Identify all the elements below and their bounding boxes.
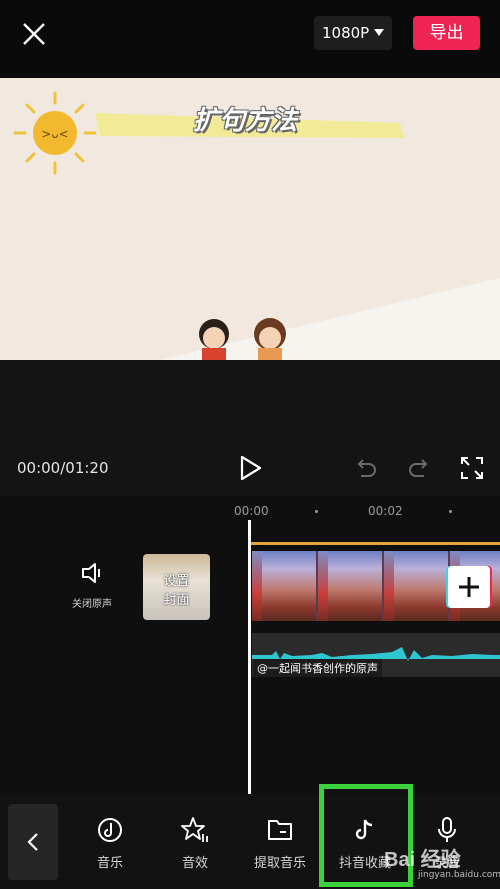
resolution-dropdown[interactable]: 1080P: [314, 16, 392, 50]
microphone-icon: [438, 817, 456, 842]
timecode: 00:00/01:20: [17, 459, 109, 477]
set-cover-button[interactable]: 设置 封面: [143, 554, 210, 620]
cover-label: 封面: [163, 593, 190, 608]
close-icon[interactable]: [20, 20, 48, 48]
fullscreen-icon[interactable]: [460, 456, 484, 480]
ruler-dot: [315, 510, 318, 513]
tool-extract-music[interactable]: 提取音乐: [238, 816, 322, 871]
chevron-left-icon: [27, 833, 38, 851]
video-preview[interactable]: >ᴗ< 扩句方法: [0, 78, 500, 360]
play-icon[interactable]: [236, 454, 264, 482]
top-bar: 1080P 导出: [0, 0, 500, 78]
tool-music[interactable]: 音乐: [68, 816, 152, 871]
speaker-icon[interactable]: [80, 561, 106, 585]
undo-icon[interactable]: [353, 456, 379, 480]
timeline[interactable]: 00:00 00:02 关闭原声 设置 封面 @一起闻书香创作的原声: [0, 496, 500, 794]
track-indicator: [250, 542, 500, 545]
ruler-label: 00:00: [234, 504, 269, 518]
cover-label: 设置: [163, 574, 190, 589]
resolution-label: 1080P: [322, 24, 370, 42]
music-disc-icon: [98, 818, 122, 842]
folder-icon: [268, 820, 292, 840]
ruler-label: 00:02: [368, 504, 403, 518]
audio-track-label: @一起闻书香创作的原声: [253, 659, 382, 677]
preview-title: 扩句方法: [193, 106, 298, 136]
cartoon-kids-image: [199, 318, 286, 360]
watermark-url: jingyan.baidu.com: [418, 870, 500, 880]
star-sound-icon: [181, 817, 208, 842]
tool-label: 音效: [181, 856, 208, 871]
ruler-dot: [449, 510, 452, 513]
svg-text:>ᴗ<: >ᴗ<: [41, 127, 68, 141]
clip-frame: [318, 551, 382, 621]
watermark-brand: Bai 经验: [384, 849, 461, 871]
plus-icon: [459, 577, 479, 597]
redo-icon[interactable]: [406, 456, 432, 480]
sun-icon: >ᴗ<: [13, 91, 97, 175]
clip-frame: [384, 551, 448, 621]
clip-frame: [252, 551, 316, 621]
export-button[interactable]: 导出: [413, 16, 480, 50]
mute-original-audio-label[interactable]: 关闭原声: [72, 595, 112, 610]
tool-label: 音乐: [96, 856, 123, 871]
playhead[interactable]: [248, 520, 251, 794]
caret-down-icon: [374, 29, 384, 36]
back-button[interactable]: [8, 804, 58, 880]
tool-sound-effects[interactable]: 音效: [153, 816, 237, 871]
add-clip-button[interactable]: [448, 566, 490, 608]
tool-label: 提取音乐: [253, 856, 306, 871]
